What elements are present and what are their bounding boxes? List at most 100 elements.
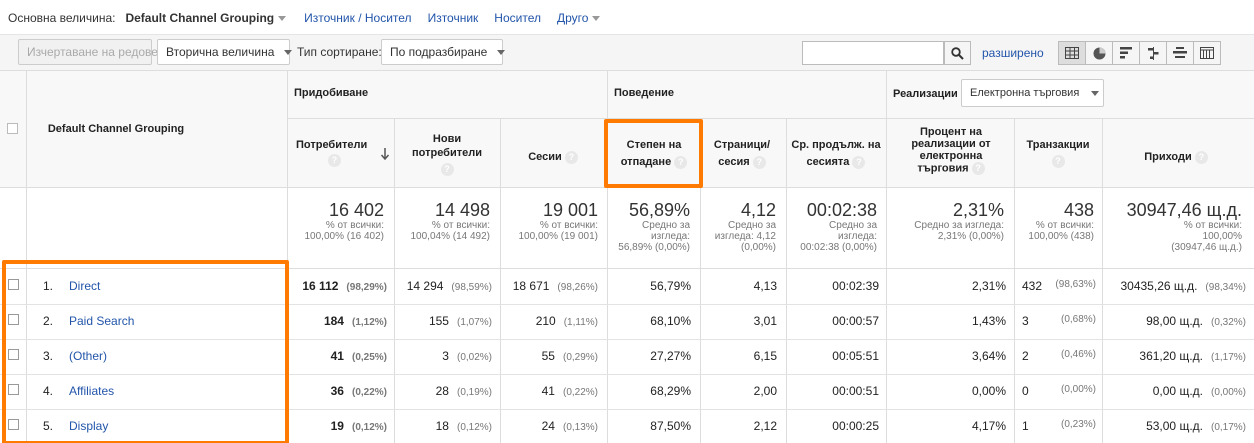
primary-dimension-current[interactable]: Default Channel Grouping [125,11,274,25]
help-icon[interactable]: ? [752,155,766,169]
cell-users-value: 36 [330,384,344,398]
total-bounce-rate: 56,89% Средно за изгледа: 56,89% (0,00%) [618,200,690,253]
cell-revenue: 0,00 щ.д. (0,00%) [1104,384,1246,398]
cell-revenue-percent: (0,00%) [1210,387,1246,398]
search-button[interactable] [944,41,971,65]
help-icon[interactable]: ? [1194,150,1208,164]
cell-new-users-percent: (98,59%) [451,282,492,293]
cell-users: 36 (0,22%) [290,384,387,398]
dimension-link-medium[interactable]: Носител [494,11,541,25]
cell-sessions-percent: (0,13%) [562,422,598,433]
cell-new-users: 14 294 (98,59%) [396,279,492,293]
column-header-users[interactable]: Потребители ? [296,138,376,167]
column-label-sessions: Сесии [528,151,562,163]
cell-new-users-value: 3 [442,349,449,363]
cell-users-value: 16 112 [302,279,339,293]
performance-view-button[interactable] [1112,41,1140,65]
pie-view-button[interactable] [1085,41,1113,65]
primary-dimension-bar: Основна величина: Default Channel Groupi… [8,10,601,26]
dimension-link-other[interactable]: Друго [557,11,588,25]
help-icon[interactable]: ? [440,163,454,176]
primary-dimension-label: Основна величина: [8,11,116,25]
cell-pages-per-session: 3,01 [753,314,777,328]
sort-type-label: Тип сортиране: [297,45,382,59]
bar-view-icon [1119,47,1132,59]
table-search-input[interactable] [802,41,944,65]
cell-pages-per-session: 2,12 [753,419,777,433]
conversion-type-select[interactable]: Електронна търговия [961,79,1104,107]
help-icon[interactable]: ? [1051,155,1065,168]
column-header-sessions[interactable]: Сесии ? [510,150,596,164]
pivot-view-button[interactable] [1193,41,1221,65]
cell-revenue-value: 98,00 щ.д. [1146,314,1203,328]
cell-revenue-percent: (0,32%) [1210,317,1246,328]
cell-users-percent: (0,22%) [351,387,387,398]
table-view-icon [1065,47,1079,59]
select-all-checkbox[interactable] [7,123,18,134]
table-toolbar: Изчертаване на редовете Вторична величин… [0,34,1254,70]
view-switcher [1058,41,1221,65]
comparison-view-icon [1147,46,1158,60]
cell-new-users-value: 155 [428,314,449,328]
cell-sessions-percent: (0,29%) [562,352,598,363]
cell-sessions-percent: (0,22%) [562,387,598,398]
secondary-dimension-label: Вторична величина [166,45,275,59]
cell-users: 41 (0,25%) [290,349,387,363]
cell-avg-duration: 00:02:39 [832,279,879,293]
secondary-dimension-select[interactable]: Вторична величина [157,39,293,65]
total-avg-duration: 00:02:38 Средно за изгледа: 00:02:38 (0,00%… [800,200,877,253]
column-header-new-users[interactable]: Нови потребители ? [404,132,490,176]
cell-new-users-percent: (1,07%) [456,317,492,328]
cell-sessions-value: 24 [541,419,555,433]
cell-bounce-rate: 56,79% [650,279,691,293]
total-pages-per-session: 4,12 Средно за изгледа: 4,12 (0,00%) [714,200,776,253]
plot-rows-button[interactable]: Изчертаване на редовете [18,39,170,65]
cell-sessions: 55 (0,29%) [502,349,598,363]
sort-type-select[interactable]: По подразбиране [381,39,506,65]
group-conversions: Реализации [893,88,958,100]
dimension-link-source[interactable]: Източник [428,11,479,25]
cell-users: 19 (0,12%) [290,419,387,433]
group-behavior: Поведение [614,87,674,99]
column-header-avg-duration[interactable]: Ср. продълж. на сесията ? [790,137,882,171]
cell-transactions-percent: (0,68%) [1060,314,1096,325]
cell-conversion-rate: 1,43% [971,314,1006,328]
cell-new-users: 155 (1,07%) [396,314,492,328]
cell-new-users-percent: (0,19%) [456,387,492,398]
cell-sessions-value: 41 [541,384,555,398]
conversion-type-value: Електронна търговия [970,87,1080,99]
cell-transactions-percent: (0,23%) [1060,419,1096,430]
advanced-filter-link[interactable]: разширено [982,46,1044,60]
cell-users-value: 41 [330,349,344,363]
cell-new-users-percent: (0,02%) [456,352,492,363]
cell-conversion-rate: 2,31% [971,279,1006,293]
cell-users: 16 112 (98,29%) [290,279,387,293]
cell-sessions: 210 (1,11%) [502,314,598,328]
chevron-down-icon [284,49,293,55]
column-header-revenue[interactable]: Приходи ? [1106,150,1246,164]
total-users: 16 402% от всички: 100,00% (16 402) [304,200,384,242]
cell-avg-duration: 00:05:51 [832,349,879,363]
help-icon[interactable]: ? [328,154,341,167]
comparison-view-button[interactable] [1139,41,1167,65]
sort-down-icon[interactable] [380,148,390,160]
help-icon[interactable]: ? [564,150,578,164]
column-header-conversion-rate[interactable]: Процент на реализации от електронна търг… [895,126,1007,175]
cell-bounce-rate: 87,50% [650,419,691,433]
help-icon[interactable]: ? [971,162,985,175]
cell-conversion-rate: 0,00% [971,384,1006,398]
help-icon[interactable]: ? [852,155,866,169]
cell-sessions-percent: (98,26%) [557,282,598,293]
dimension-column-header[interactable]: Default Channel Grouping [30,122,202,136]
table-view-button[interactable] [1058,41,1086,65]
term-cloud-view-button[interactable] [1166,41,1194,65]
chevron-down-icon[interactable] [278,15,287,21]
cell-sessions-value: 210 [535,314,556,328]
dimension-link-source-medium[interactable]: Източник / Носител [304,11,411,25]
column-header-pages-per-session[interactable]: Страници/ сесия ? [706,137,778,171]
cell-sessions-value: 55 [541,349,555,363]
cell-revenue: 53,00 щ.д. (0,17%) [1104,419,1246,433]
cell-revenue: 361,20 щ.д. (1,17%) [1104,349,1246,363]
column-header-transactions[interactable]: Транзакции ? [1018,138,1098,168]
chevron-down-icon[interactable] [592,15,601,21]
